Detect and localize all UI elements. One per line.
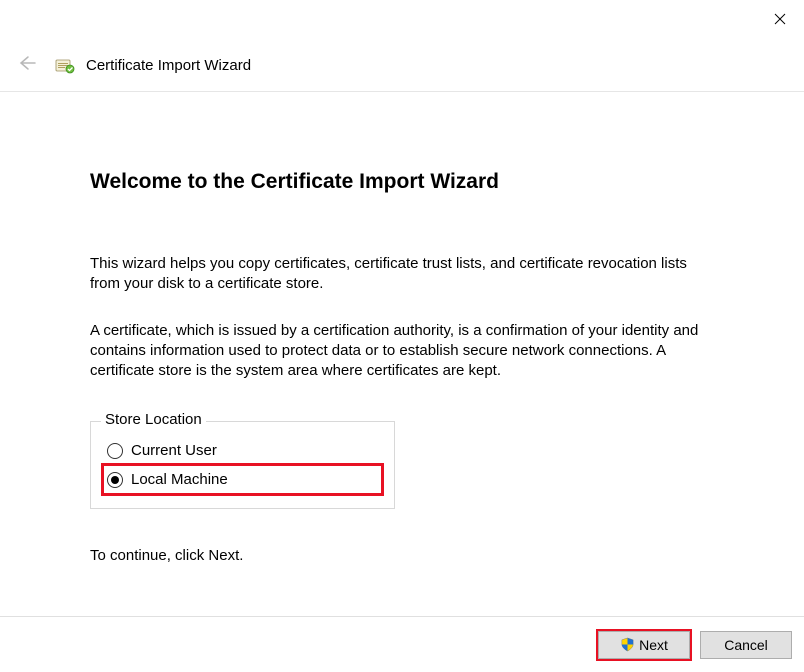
continue-text: To continue, click Next. — [90, 547, 734, 564]
page-title: Welcome to the Certificate Import Wizard — [90, 170, 734, 194]
certificate-wizard-icon — [54, 55, 76, 77]
close-button[interactable] — [766, 8, 794, 30]
uac-shield-icon — [620, 637, 635, 652]
radio-current-user[interactable]: Current User — [103, 436, 382, 465]
radio-icon-selected — [107, 472, 123, 488]
cancel-button-label: Cancel — [724, 637, 768, 653]
next-button-label: Next — [639, 637, 668, 653]
cancel-button[interactable]: Cancel — [700, 631, 792, 659]
radio-icon — [107, 443, 123, 459]
description-2: A certificate, which is issued by a cert… — [90, 321, 710, 382]
wizard-header: Certificate Import Wizard — [0, 50, 804, 92]
store-location-legend: Store Location — [101, 411, 206, 428]
radio-local-machine[interactable]: Local Machine — [103, 465, 382, 494]
next-button[interactable]: Next — [598, 631, 690, 659]
back-arrow-icon — [18, 55, 36, 76]
store-location-group: Store Location Current User Local Machin… — [90, 421, 395, 509]
close-icon — [774, 13, 786, 25]
button-bar: Next Cancel — [0, 616, 804, 672]
wizard-header-title: Certificate Import Wizard — [86, 57, 251, 74]
description-1: This wizard helps you copy certificates,… — [90, 254, 710, 295]
radio-label-current-user: Current User — [131, 442, 217, 459]
radio-label-local-machine: Local Machine — [131, 471, 228, 488]
